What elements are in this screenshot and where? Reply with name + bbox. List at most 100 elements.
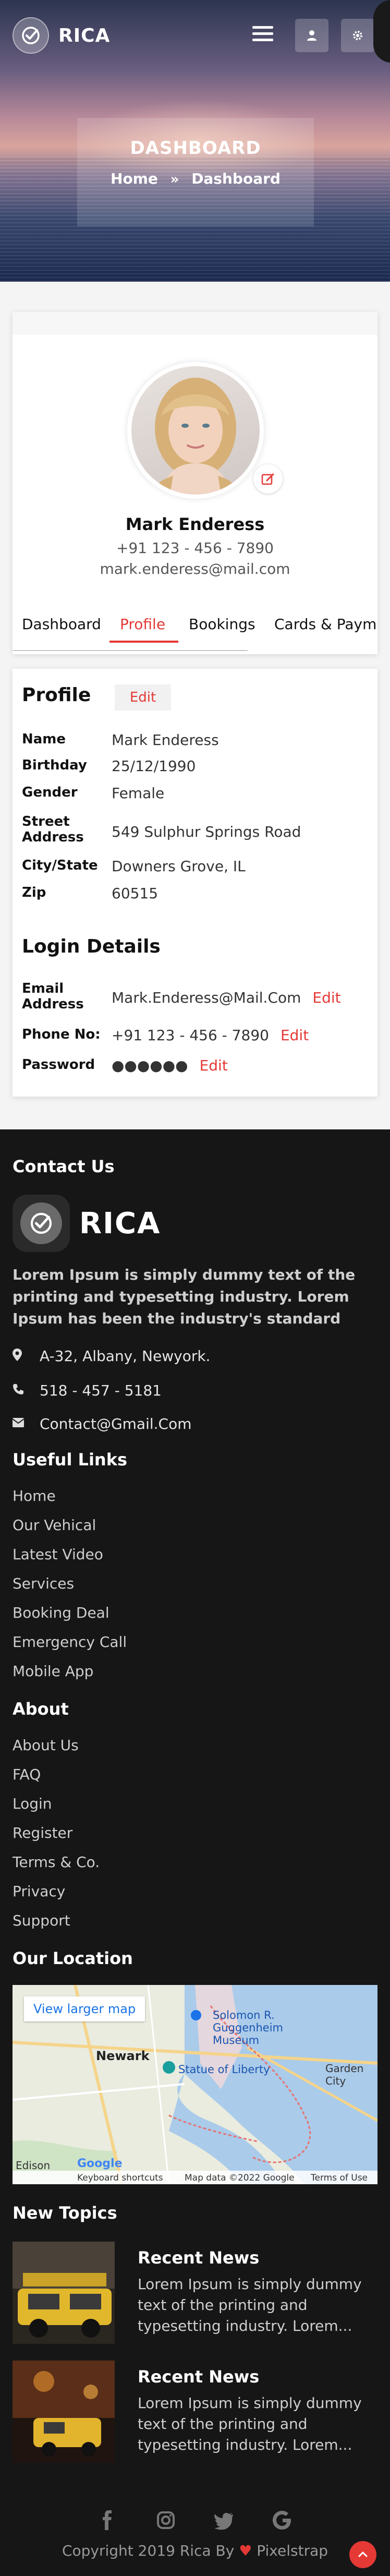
- edit-email-link[interactable]: Edit: [312, 989, 340, 1006]
- edit-phone-link[interactable]: Edit: [281, 1027, 309, 1044]
- footer-address: A-32, Albany, Newyork.: [13, 1347, 210, 1365]
- row-label-password: Password: [22, 1057, 95, 1073]
- edit-password-link[interactable]: Edit: [200, 1057, 228, 1074]
- news-title-1[interactable]: Recent News: [138, 2248, 259, 2268]
- link-our-vehical[interactable]: Our Vehical: [13, 1516, 96, 1534]
- link-emergency-call[interactable]: Emergency Call: [13, 1633, 127, 1651]
- brand-logo[interactable]: RICA: [13, 17, 110, 54]
- breadcrumb-current: Dashboard: [191, 170, 281, 187]
- google-icon[interactable]: [269, 2507, 295, 2533]
- tab-cards-payments[interactable]: Cards & Payments: [274, 616, 377, 633]
- breadcrumb-home[interactable]: Home: [111, 170, 158, 187]
- profile-details-card: Profile Edit Name Mark Enderess Birthday…: [13, 669, 377, 1097]
- arrow-up-icon: [358, 2551, 368, 2557]
- row-value-city-state: Downers Grove, IL: [112, 858, 246, 875]
- copyright-brand[interactable]: Pixelstrap: [257, 2542, 328, 2559]
- row-value-email: Mark.Enderess@Mail.Com Edit: [112, 989, 341, 1006]
- map-copyright: Map data ©2022 Google: [185, 2173, 295, 2183]
- copyright: Copyright 2019 Rica By ♥ Pixelstrap: [0, 2542, 390, 2559]
- login-phone-value: +91 123 - 456 - 7890: [112, 1027, 269, 1044]
- edit-icon: [261, 473, 274, 485]
- news-text-2: Lorem Ipsum is simply dummy text of the …: [138, 2394, 362, 2453]
- link-mobile-app[interactable]: Mobile App: [13, 1663, 93, 1680]
- active-tab-indicator: [109, 641, 178, 643]
- footer-brand-name: RICA: [79, 1206, 161, 1241]
- row-value-password: ●●●●●● Edit: [112, 1057, 228, 1074]
- breadcrumb-panel: DASHBOARD Home » Dashboard: [77, 118, 314, 226]
- row-value-phone: +91 123 - 456 - 7890 Edit: [112, 1027, 309, 1044]
- page-title: DASHBOARD: [130, 138, 261, 159]
- row-label-birthday: Birthday: [22, 757, 87, 773]
- link-home[interactable]: Home: [13, 1487, 56, 1504]
- map-terms[interactable]: Terms of Use: [311, 2173, 368, 2183]
- profile-section-title: Profile: [22, 684, 91, 706]
- link-privacy[interactable]: Privacy: [13, 1883, 65, 1900]
- row-label-gender: Gender: [22, 785, 78, 800]
- edit-avatar-button[interactable]: [253, 464, 283, 493]
- settings-button[interactable]: [341, 19, 374, 52]
- contact-title: Contact Us: [13, 1157, 115, 1176]
- row-label-email: Email Address: [22, 981, 84, 1012]
- map-label-edison: Edison: [16, 2159, 51, 2172]
- link-register[interactable]: Register: [13, 1824, 72, 1841]
- facebook-icon[interactable]: [95, 2507, 121, 2533]
- row-label-phone: Phone No:: [22, 1027, 101, 1042]
- tab-dashboard[interactable]: Dashboard: [22, 616, 101, 633]
- new-topics-title: New Topics: [13, 2203, 117, 2223]
- map-marker-icon: [13, 1348, 28, 1364]
- link-terms[interactable]: Terms & Co.: [13, 1853, 100, 1871]
- location-map[interactable]: View larger map Solomon R. Guggenheim Mu…: [13, 1985, 377, 2184]
- link-login[interactable]: Login: [13, 1795, 52, 1812]
- map-label-newark: Newark: [96, 2049, 150, 2063]
- edit-profile-button[interactable]: Edit: [115, 684, 171, 711]
- row-label-city-state: City/State: [22, 858, 98, 873]
- twitter-icon[interactable]: [211, 2507, 237, 2533]
- row-label-zip: Zip: [22, 885, 46, 900]
- footer-address-text: A-32, Albany, Newyork.: [40, 1347, 211, 1365]
- news-title-2[interactable]: Recent News: [138, 2367, 259, 2387]
- footer-phone[interactable]: 518 - 457 - 5181: [13, 1382, 162, 1399]
- news-image-2[interactable]: [13, 2361, 115, 2463]
- instagram-icon[interactable]: [153, 2507, 179, 2533]
- tab-bookings[interactable]: Bookings: [189, 616, 255, 633]
- view-larger-map-button[interactable]: View larger map: [24, 1996, 145, 2021]
- breadcrumb-separator: »: [170, 172, 179, 187]
- footer-email[interactable]: Contact@Gmail.Com: [12, 1415, 191, 1433]
- card-top-strip: [13, 312, 377, 335]
- envelope-icon: [12, 1417, 28, 1430]
- row-value-gender: Female: [112, 785, 165, 802]
- profile-card: Mark Enderess +91 123 - 456 - 7890 mark.…: [13, 312, 377, 654]
- link-booking-deal[interactable]: Booking Deal: [13, 1604, 109, 1621]
- news-image-1[interactable]: [13, 2242, 115, 2344]
- link-services[interactable]: Services: [13, 1575, 74, 1592]
- map-label-garden-city: Garden City: [325, 2062, 364, 2087]
- gear-icon: [353, 31, 362, 40]
- row-value-zip: 60515: [112, 885, 159, 902]
- map-keyboard-shortcuts[interactable]: Keyboard shortcuts: [77, 2173, 163, 2183]
- menu-icon[interactable]: [252, 26, 273, 44]
- footer-logo[interactable]: RICA: [13, 1195, 161, 1252]
- row-label-street-address: Street Address: [22, 814, 84, 845]
- heart-icon: ♥: [239, 2542, 252, 2559]
- map-attribution: Keyboard shortcuts Map data ©2022 Google…: [13, 2171, 377, 2184]
- tabs-scrollbar[interactable]: [13, 650, 248, 651]
- tab-profile[interactable]: Profile: [120, 616, 165, 633]
- link-faq[interactable]: FAQ: [13, 1766, 41, 1783]
- link-about-us[interactable]: About Us: [13, 1737, 79, 1754]
- user-button[interactable]: [295, 19, 328, 52]
- profile-phone: +91 123 - 456 - 7890: [116, 539, 274, 557]
- link-latest-video[interactable]: Latest Video: [13, 1546, 103, 1563]
- brand-name: RICA: [58, 25, 111, 46]
- profile-name: Mark Enderess: [125, 514, 265, 534]
- news-text-1: Lorem Ipsum is simply dummy text of the …: [138, 2276, 362, 2334]
- footer-logo-mark: [13, 1195, 70, 1252]
- map-label-guggenheim: Solomon R. Guggenheim Museum: [213, 2009, 283, 2047]
- footer: Contact Us RICA Lorem Ipsum is simply du…: [0, 1129, 390, 2576]
- link-support[interactable]: Support: [13, 1912, 70, 1929]
- row-value-street-address: 549 Sulphur Springs Road: [112, 823, 301, 840]
- social-links: [0, 2507, 390, 2535]
- hero-banner: RICA DASHBOARD Home » Dashboard: [0, 0, 390, 282]
- avatar: [131, 366, 260, 495]
- user-icon: [307, 30, 316, 41]
- scroll-top-button[interactable]: [349, 2541, 376, 2568]
